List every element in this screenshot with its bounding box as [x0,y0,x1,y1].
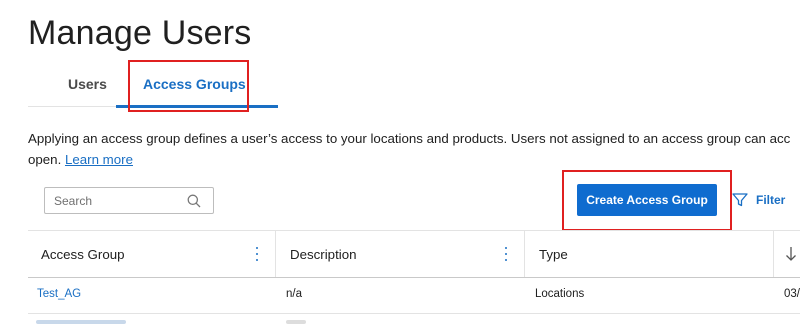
page-title: Manage Users [28,14,252,52]
kebab-menu-icon[interactable] [504,247,508,261]
column-header-label: Description [290,246,357,262]
learn-more-link[interactable]: Learn more [65,152,133,167]
description-line-1: Applying an access group defines a user’… [28,131,791,146]
row-type: Locations [535,288,585,300]
filter-button[interactable]: Filter [732,193,785,207]
description-text: Applying an access group defines a user’… [28,128,800,170]
kebab-menu-icon[interactable] [255,247,259,261]
row-date: 03/ [784,288,800,300]
partial-row-text [36,320,126,324]
column-header-label: Access Group [41,246,125,262]
access-group-link[interactable]: Test_AG [37,288,81,300]
partial-row-text [286,320,306,324]
column-header-description[interactable]: Description [277,231,525,277]
arrow-down-icon[interactable] [785,246,797,262]
highlight-box-tab [128,60,249,112]
table-row-partial [28,314,800,326]
search-icon[interactable] [187,194,201,208]
filter-label: Filter [756,193,786,207]
search-box[interactable] [44,187,214,214]
column-header-access-group[interactable]: Access Group [28,231,276,277]
search-input[interactable] [45,193,184,208]
table-row[interactable]: Test_AG n/a Locations 03/ [28,277,800,314]
table-header: Access Group Description Type [28,230,800,278]
row-description: n/a [286,288,302,300]
tab-users[interactable]: Users [68,76,107,92]
highlight-box-button [562,170,732,231]
column-header-label: Type [539,246,568,262]
column-header-type[interactable]: Type [526,231,774,277]
filter-icon [732,193,748,207]
description-line-2: open. [28,152,62,167]
column-header-sort[interactable] [775,231,800,277]
